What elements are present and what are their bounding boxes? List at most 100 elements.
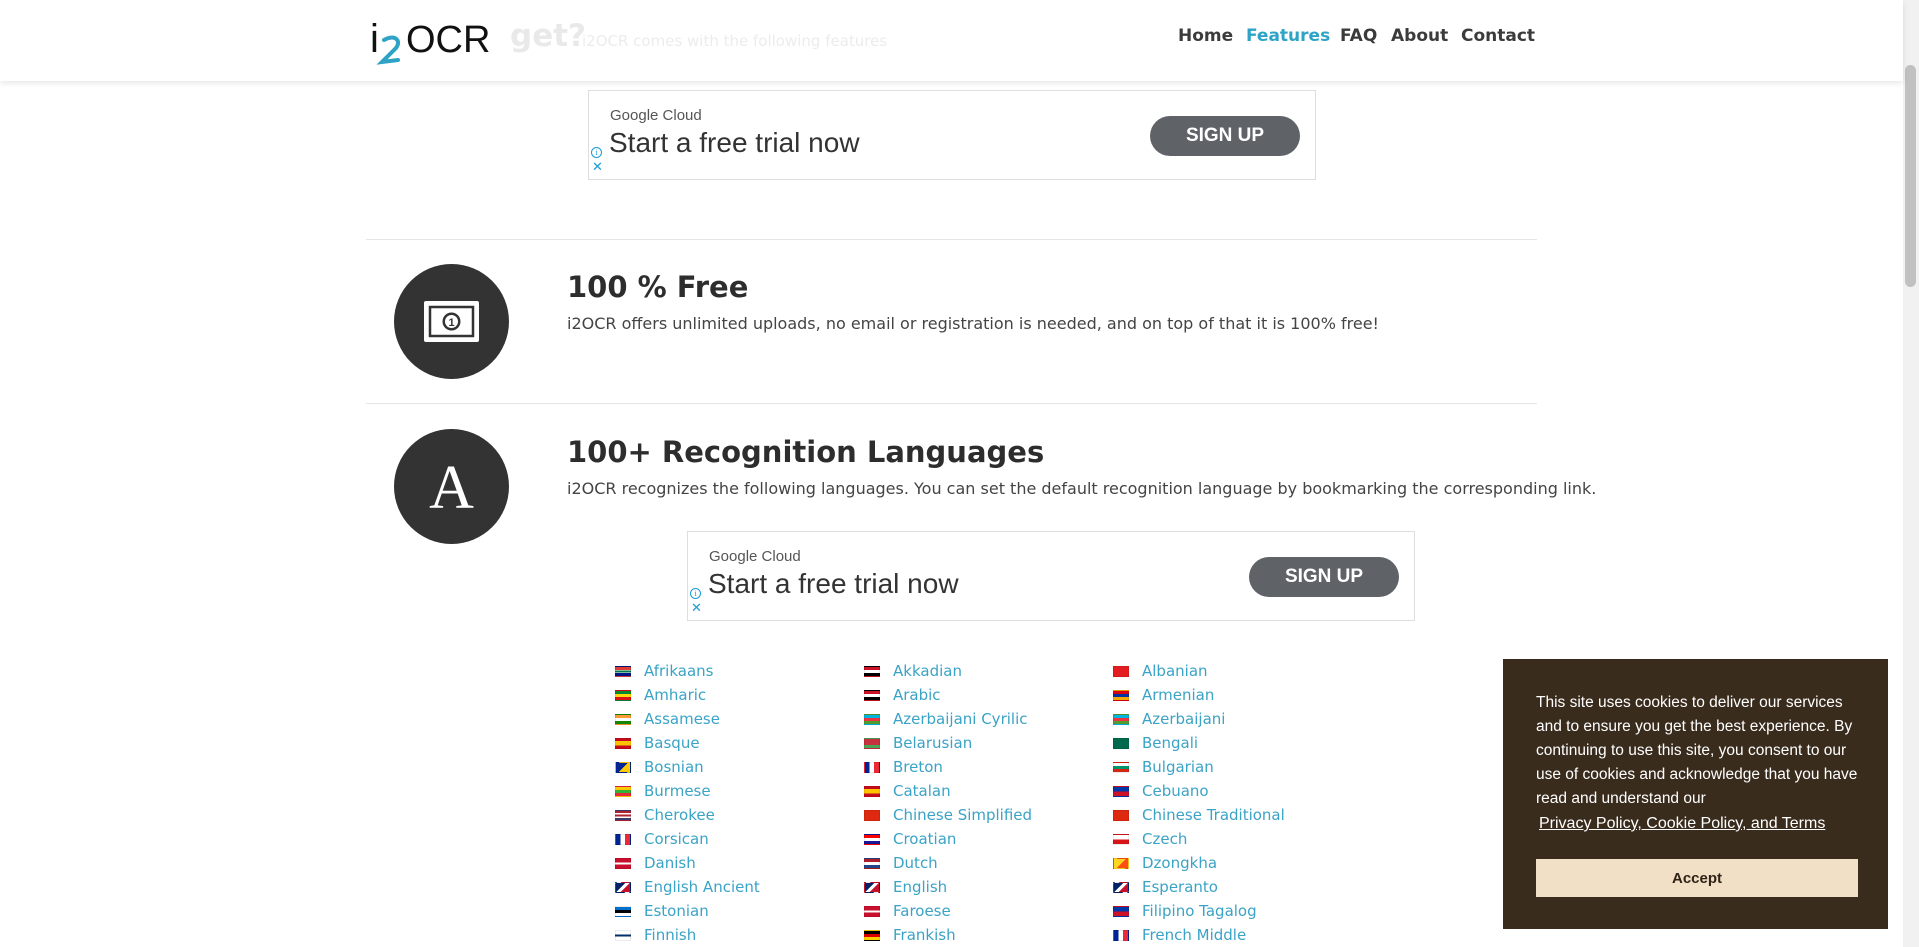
language-name[interactable]: English Ancient — [644, 878, 760, 896]
language-link[interactable]: Bulgarian — [1113, 755, 1353, 779]
language-link[interactable]: Cebuano — [1113, 779, 1353, 803]
flag-icon — [1113, 713, 1129, 725]
flag-icon — [615, 761, 631, 773]
language-link[interactable]: Chinese Traditional — [1113, 803, 1353, 827]
nav-contact[interactable]: Contact — [1461, 26, 1535, 46]
language-name[interactable]: Danish — [644, 854, 696, 872]
language-link[interactable]: Amharic — [615, 683, 855, 707]
language-link[interactable]: Bosnian — [615, 755, 855, 779]
language-link[interactable]: Estonian — [615, 899, 855, 923]
language-link[interactable]: Akkadian — [864, 659, 1104, 683]
ad-headline[interactable]: Start a free trial now — [609, 127, 860, 159]
language-name[interactable]: Basque — [644, 734, 700, 752]
language-name[interactable]: Czech — [1142, 830, 1187, 848]
language-name[interactable]: Bulgarian — [1142, 758, 1214, 776]
language-name[interactable]: Bosnian — [644, 758, 704, 776]
language-name[interactable]: Albanian — [1142, 662, 1208, 680]
language-name[interactable]: Filipino Tagalog — [1142, 902, 1257, 920]
language-name[interactable]: Breton — [893, 758, 943, 776]
google-cloud-ad[interactable]: Google Cloud Start a free trial now SIGN… — [687, 531, 1415, 621]
language-link[interactable]: Dzongkha — [1113, 851, 1353, 875]
ad-close-icon[interactable]: ✕ — [592, 161, 603, 174]
language-link[interactable]: Azerbaijani Cyrilic — [864, 707, 1104, 731]
language-name[interactable]: Armenian — [1142, 686, 1214, 704]
ad-close-icon[interactable]: ✕ — [691, 602, 702, 615]
language-name[interactable]: Dutch — [893, 854, 938, 872]
language-link[interactable]: Filipino Tagalog — [1113, 899, 1353, 923]
language-link[interactable]: English — [864, 875, 1104, 899]
language-link[interactable]: Croatian — [864, 827, 1104, 851]
nav-about[interactable]: About — [1391, 26, 1448, 46]
language-name[interactable]: Belarusian — [893, 734, 972, 752]
language-name[interactable]: Corsican — [644, 830, 709, 848]
language-name[interactable]: Amharic — [644, 686, 706, 704]
language-name[interactable]: Croatian — [893, 830, 956, 848]
ad-info-icon[interactable]: i — [690, 588, 701, 599]
language-link[interactable]: Chinese Simplified — [864, 803, 1104, 827]
ad-signup-button[interactable]: SIGN UP — [1249, 557, 1399, 597]
language-link[interactable]: French Middle — [1113, 923, 1353, 947]
language-name[interactable]: Assamese — [644, 710, 720, 728]
language-name[interactable]: Chinese Simplified — [893, 806, 1032, 824]
language-link[interactable]: Cherokee — [615, 803, 855, 827]
language-name[interactable]: Arabic — [893, 686, 941, 704]
language-name[interactable]: Burmese — [644, 782, 711, 800]
nav-home[interactable]: Home — [1178, 26, 1233, 46]
language-link[interactable]: Esperanto — [1113, 875, 1353, 899]
language-name[interactable]: Frankish — [893, 926, 956, 944]
language-link[interactable]: Dutch — [864, 851, 1104, 875]
language-link[interactable]: Bengali — [1113, 731, 1353, 755]
language-link[interactable]: Azerbaijani — [1113, 707, 1353, 731]
language-name[interactable]: Esperanto — [1142, 878, 1218, 896]
language-name[interactable]: Azerbaijani Cyrilic — [893, 710, 1027, 728]
language-link[interactable]: Faroese — [864, 899, 1104, 923]
language-name[interactable]: Catalan — [893, 782, 951, 800]
language-name[interactable]: Cherokee — [644, 806, 715, 824]
language-name[interactable]: Afrikaans — [644, 662, 713, 680]
ad-signup-button[interactable]: SIGN UP — [1150, 116, 1300, 156]
language-link[interactable]: Albanian — [1113, 659, 1353, 683]
nav-faq[interactable]: FAQ — [1340, 26, 1377, 46]
privacy-policy-link[interactable]: Privacy Policy, Cookie Policy, and Terms — [1539, 815, 1825, 833]
language-name[interactable]: English — [893, 878, 947, 896]
language-link[interactable]: Belarusian — [864, 731, 1104, 755]
language-name[interactable]: Estonian — [644, 902, 709, 920]
language-link[interactable]: Basque — [615, 731, 855, 755]
flag-icon — [1113, 785, 1129, 797]
language-link[interactable]: English Ancient — [615, 875, 855, 899]
flag-icon — [864, 905, 880, 917]
nav-features[interactable]: Features — [1246, 26, 1330, 46]
language-link[interactable]: Armenian — [1113, 683, 1353, 707]
language-link[interactable]: Finnish — [615, 923, 855, 947]
language-name[interactable]: Dzongkha — [1142, 854, 1217, 872]
language-name[interactable]: Cebuano — [1142, 782, 1209, 800]
cookie-message: This site uses cookies to deliver our se… — [1536, 694, 1858, 807]
i2ocr-logo[interactable]: i OCR — [370, 14, 502, 74]
flag-icon — [615, 665, 631, 677]
language-name[interactable]: Bengali — [1142, 734, 1198, 752]
cookie-accept-button[interactable]: Accept — [1536, 859, 1858, 897]
language-link[interactable]: Danish — [615, 851, 855, 875]
language-link[interactable]: Frankish — [864, 923, 1104, 947]
language-name[interactable]: Akkadian — [893, 662, 962, 680]
ad-brand: Google Cloud — [610, 107, 702, 124]
ad-info-icon[interactable]: i — [591, 147, 602, 158]
language-name[interactable]: Azerbaijani — [1142, 710, 1225, 728]
scrollbar-thumb[interactable] — [1905, 65, 1916, 287]
language-link[interactable]: Czech — [1113, 827, 1353, 851]
language-link[interactable]: Catalan — [864, 779, 1104, 803]
language-link[interactable]: Assamese — [615, 707, 855, 731]
language-link[interactable]: Arabic — [864, 683, 1104, 707]
language-link[interactable]: Breton — [864, 755, 1104, 779]
google-cloud-ad[interactable]: Google Cloud Start a free trial now SIGN… — [588, 90, 1316, 180]
language-link[interactable]: Burmese — [615, 779, 855, 803]
language-link[interactable]: Corsican — [615, 827, 855, 851]
ad-headline[interactable]: Start a free trial now — [708, 568, 959, 600]
svg-text:1: 1 — [448, 317, 454, 329]
language-name[interactable]: Faroese — [893, 902, 951, 920]
language-name[interactable]: Chinese Traditional — [1142, 806, 1285, 824]
language-link[interactable]: Afrikaans — [615, 659, 855, 683]
language-name[interactable]: Finnish — [644, 926, 696, 944]
language-name[interactable]: French Middle — [1142, 926, 1246, 944]
flag-icon — [615, 929, 631, 941]
